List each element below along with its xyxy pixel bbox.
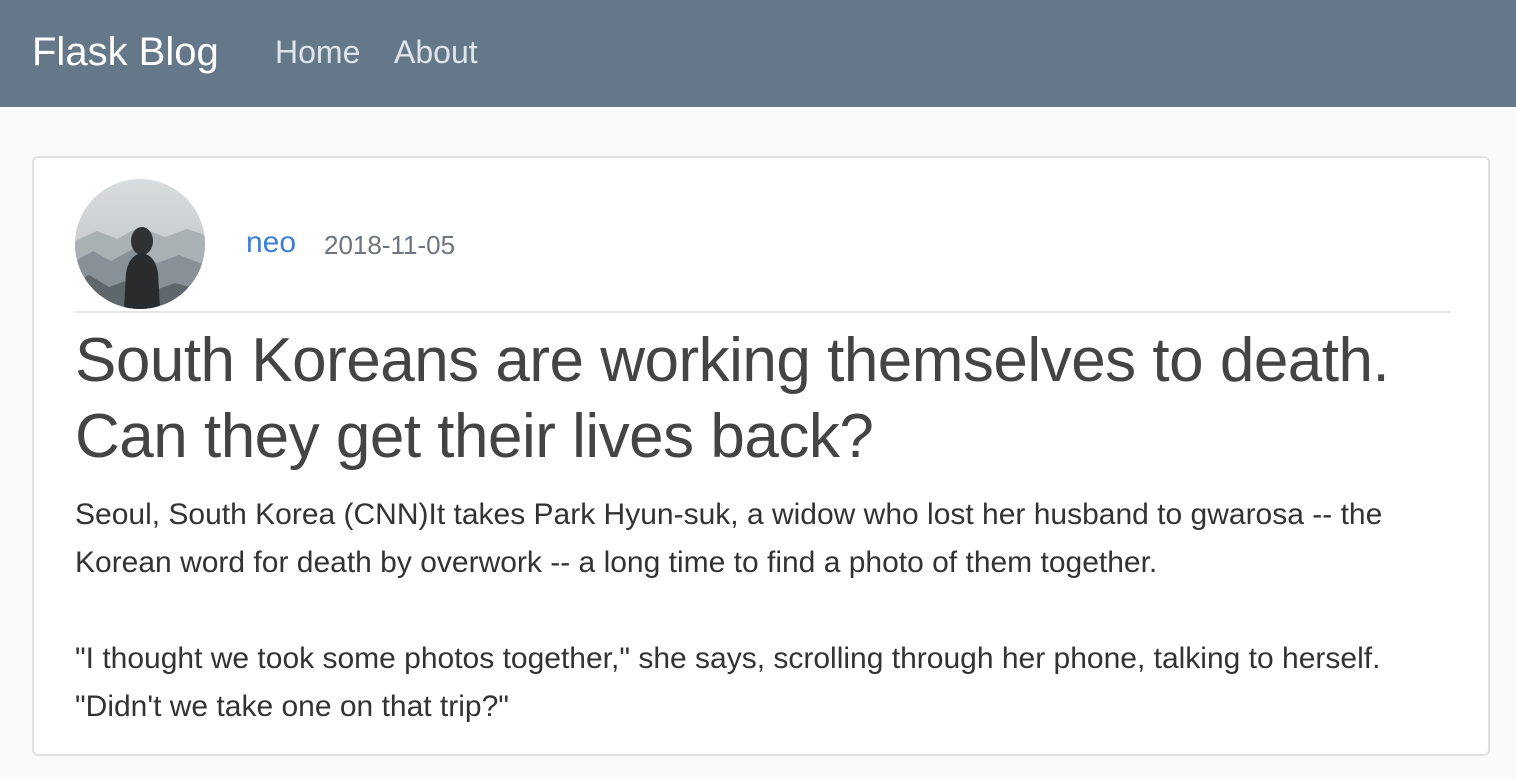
post-content: Seoul, South Korea (CNN)It takes Park Hy… bbox=[75, 491, 1451, 779]
post-date: 2018-11-05 bbox=[324, 230, 456, 260]
avatar bbox=[75, 179, 205, 309]
meta-divider bbox=[75, 311, 1451, 313]
nav-link-home[interactable]: Home bbox=[275, 32, 360, 72]
post-title: South Koreans are working themselves to … bbox=[75, 326, 1390, 471]
post-author-link[interactable]: neo bbox=[246, 224, 296, 262]
top-navbar: Flask Blog Home About bbox=[0, 0, 1516, 107]
post-paragraph: Seoul, South Korea (CNN)It takes Park Hy… bbox=[75, 498, 1383, 579]
brand-link[interactable]: Flask Blog bbox=[32, 28, 219, 76]
nav-link-about[interactable]: About bbox=[394, 32, 478, 72]
post-card: neo 2018-11-05 South Koreans are working… bbox=[32, 156, 1490, 756]
avatar-image bbox=[75, 179, 205, 309]
post-paragraph: "I thought we took some photos together,… bbox=[75, 642, 1381, 723]
